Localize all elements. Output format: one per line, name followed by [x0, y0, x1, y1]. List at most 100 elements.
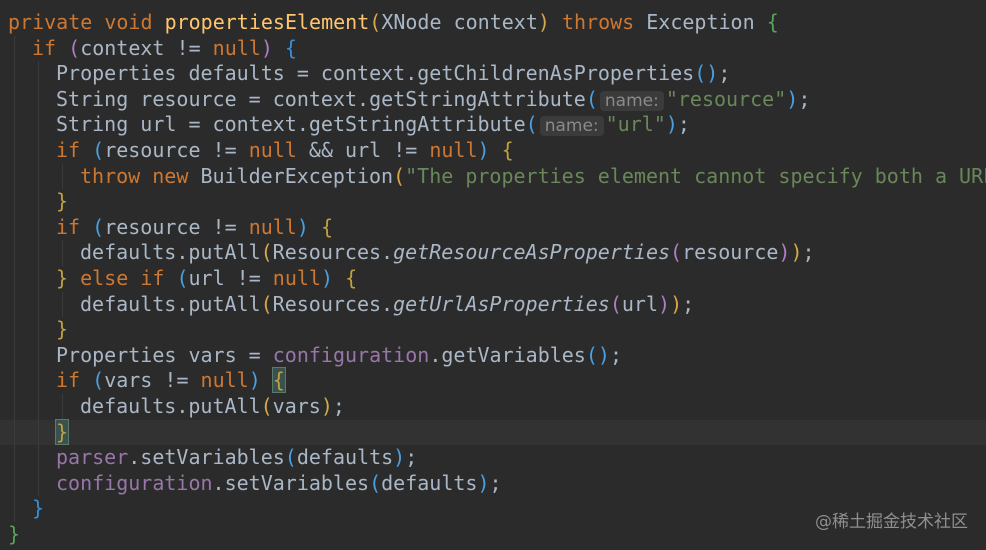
code-line[interactable]: }: [0, 189, 986, 215]
identifier: defaults: [80, 291, 177, 316]
code-line[interactable]: String resource = context.getStringAttri…: [0, 86, 986, 113]
method-call: getStringAttribute: [308, 112, 526, 137]
paren: (): [694, 61, 719, 86]
indent-guide: [14, 214, 15, 241]
matched-brace: }: [54, 418, 70, 445]
identifier: defaults: [80, 240, 177, 265]
paren: (: [176, 266, 189, 290]
string-literal: "resource": [665, 86, 787, 111]
indent-guide: [38, 266, 39, 292]
indent-guide: [14, 419, 15, 446]
code-line[interactable]: throw new BuilderException("The properti…: [0, 163, 986, 190]
identifier: defaults: [296, 445, 394, 470]
indent-guide: [38, 317, 39, 343]
string-literal: "url": [605, 112, 666, 137]
indent-guide: [62, 291, 63, 318]
paren: ): [320, 266, 334, 290]
keyword: if: [56, 368, 81, 393]
keyword: if: [140, 266, 165, 290]
paren: (: [92, 214, 105, 239]
paren: (: [393, 163, 406, 188]
type-name: Properties: [56, 342, 177, 367]
identifier: resource: [104, 214, 201, 239]
type-name: BuilderException: [200, 163, 394, 188]
code-editor[interactable]: private void propertiesElement(XNode con…: [0, 0, 986, 550]
indent-guide: [62, 240, 63, 266]
method-call: getStringAttribute: [369, 86, 586, 111]
code-line[interactable]: } else if (url != null) {: [0, 266, 986, 292]
paren: ): [670, 291, 683, 316]
field-reference: configuration: [56, 470, 213, 495]
code-line[interactable]: defaults.putAll(Resources.getUrlAsProper…: [0, 291, 986, 318]
brace: }: [8, 522, 21, 546]
paren: ): [296, 214, 309, 239]
code-line[interactable]: if (vars != null) {: [0, 367, 986, 394]
indent-guide: [38, 163, 39, 190]
current-line[interactable]: }: [0, 418, 986, 446]
indent-guide: [38, 445, 39, 471]
code-line[interactable]: private void propertiesElement(XNode con…: [0, 10, 986, 36]
indent-guide: [62, 394, 63, 420]
paren: (: [260, 240, 273, 265]
indent-guide: [38, 61, 39, 87]
matched-brace: {: [271, 367, 286, 394]
code-line[interactable]: }: [0, 317, 986, 343]
brace: }: [56, 189, 69, 214]
indent-guide: [38, 138, 39, 164]
keyword: null: [248, 214, 297, 239]
paren: (: [68, 35, 81, 60]
paren: (: [92, 138, 105, 162]
paren: (: [609, 291, 622, 316]
method-call: putAll: [188, 240, 261, 265]
keyword: throws: [561, 10, 635, 34]
brace: }: [32, 496, 45, 521]
paren: ): [665, 112, 678, 137]
indent-guide: [38, 86, 39, 113]
paren: (: [260, 394, 273, 418]
type-name: String: [56, 86, 129, 111]
identifier: context: [453, 10, 538, 34]
paren: ): [658, 291, 671, 316]
code-line[interactable]: if (resource != null) {: [0, 214, 986, 241]
code-line[interactable]: Properties defaults = context.getChildre…: [0, 61, 986, 87]
code-line[interactable]: defaults.putAll(Resources.getResourceAsP…: [0, 240, 986, 266]
keyword: null: [429, 138, 478, 162]
method-call: getVariables: [441, 342, 586, 367]
identifier: resource: [104, 138, 201, 162]
parameter-hint: name:: [539, 116, 604, 137]
code-line[interactable]: defaults.putAll(vars);: [0, 394, 986, 420]
paren: ): [786, 86, 799, 111]
identifier: defaults: [381, 470, 478, 495]
code-line[interactable]: if (resource != null && url != null) {: [0, 138, 986, 164]
method-call: getChildrenAsProperties: [417, 61, 695, 86]
indent-guide: [14, 445, 15, 471]
code-line[interactable]: configuration.setVariables(defaults);: [0, 470, 986, 497]
method-name: propertiesElement: [164, 10, 370, 34]
code-line[interactable]: if (context != null) {: [0, 35, 986, 62]
indent-guide: [38, 189, 39, 215]
keyword: null: [212, 35, 261, 60]
indent-guide: [38, 112, 39, 138]
code-line[interactable]: String url = context.getStringAttribute(…: [0, 112, 986, 138]
identifier: defaults: [80, 394, 177, 418]
keyword: if: [56, 214, 81, 239]
paren: (): [585, 342, 610, 367]
paren: ): [248, 368, 261, 393]
method-call: putAll: [188, 291, 261, 316]
paren: (: [369, 10, 382, 34]
indent-guide: [14, 496, 15, 522]
indent-guide: [14, 342, 15, 369]
indent-guide: [38, 291, 39, 318]
type-name: Resources: [272, 291, 382, 316]
keyword: private: [8, 10, 93, 34]
identifier: defaults: [188, 61, 285, 86]
indent-guide: [38, 240, 39, 266]
paren: (: [260, 291, 273, 316]
keyword: null: [248, 138, 297, 162]
paren: ): [537, 10, 550, 34]
code-line[interactable]: parser.setVariables(defaults);: [0, 445, 986, 471]
paren: ): [393, 445, 406, 470]
code-line[interactable]: Properties vars = configuration.getVaria…: [0, 342, 986, 369]
keyword: throw: [80, 163, 141, 188]
keyword: null: [200, 368, 249, 393]
